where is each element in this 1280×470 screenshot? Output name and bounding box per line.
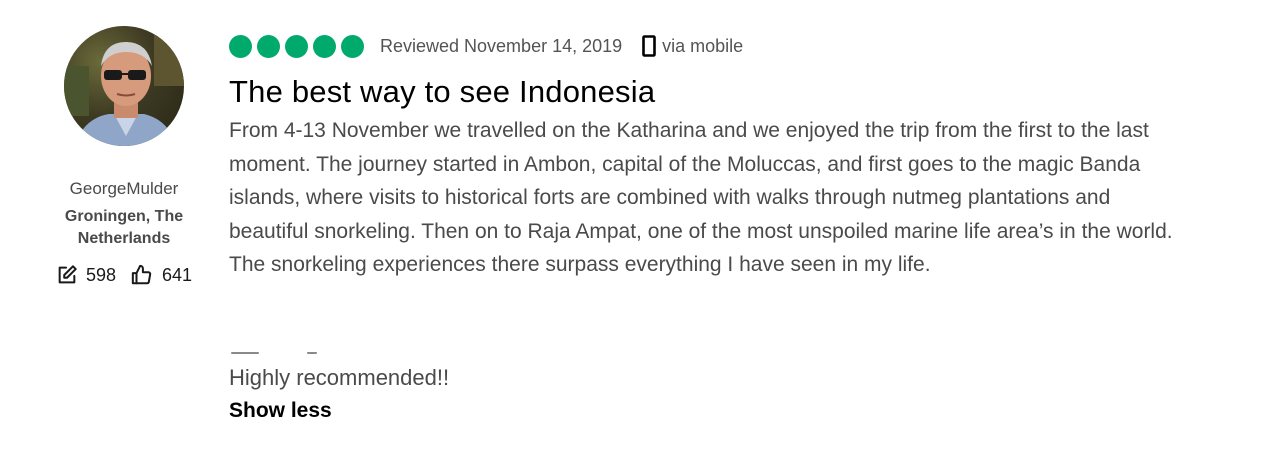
contributions-stat: 598	[56, 264, 116, 286]
review-title[interactable]: The best way to see Indonesia	[229, 72, 1189, 112]
mobile-phone-icon	[642, 35, 656, 57]
rating-bubble	[229, 34, 252, 58]
author-username[interactable]: GeorgeMulder	[40, 178, 208, 200]
avatar[interactable]	[64, 26, 184, 146]
review-author: GeorgeMulder Groningen, The Netherlands …	[40, 26, 208, 286]
rating-bubbles	[229, 34, 364, 58]
review-closing: Highly recommended!!	[229, 364, 450, 390]
helpful-votes-stat: 641	[130, 264, 192, 286]
show-less-button[interactable]: Show less	[229, 396, 332, 426]
thumbs-up-icon	[130, 264, 154, 286]
pencil-icon	[56, 264, 78, 286]
faded-text-divider	[229, 351, 329, 360]
via-mobile: via mobile	[642, 35, 743, 57]
helpful-votes-count: 641	[162, 264, 193, 285]
review-date: Reviewed November 14, 2019	[380, 35, 623, 56]
rating-bubble	[285, 34, 308, 58]
author-location: Groningen, The Netherlands	[64, 208, 184, 247]
author-stats: 598 641	[40, 264, 208, 286]
review-meta: Reviewed November 14, 2019 via mobile	[229, 30, 1189, 62]
via-mobile-label: via mobile	[662, 35, 744, 56]
review-card: GeorgeMulder Groningen, The Netherlands …	[0, 0, 1280, 470]
review-body: From 4-13 November we travelled on the K…	[229, 119, 1173, 276]
contributions-count: 598	[85, 264, 116, 285]
rating-bubble	[257, 34, 280, 58]
rating-bubble	[341, 34, 364, 58]
review-content: Reviewed November 14, 2019 via mobile Th…	[229, 30, 1189, 426]
rating-bubble	[313, 34, 336, 58]
